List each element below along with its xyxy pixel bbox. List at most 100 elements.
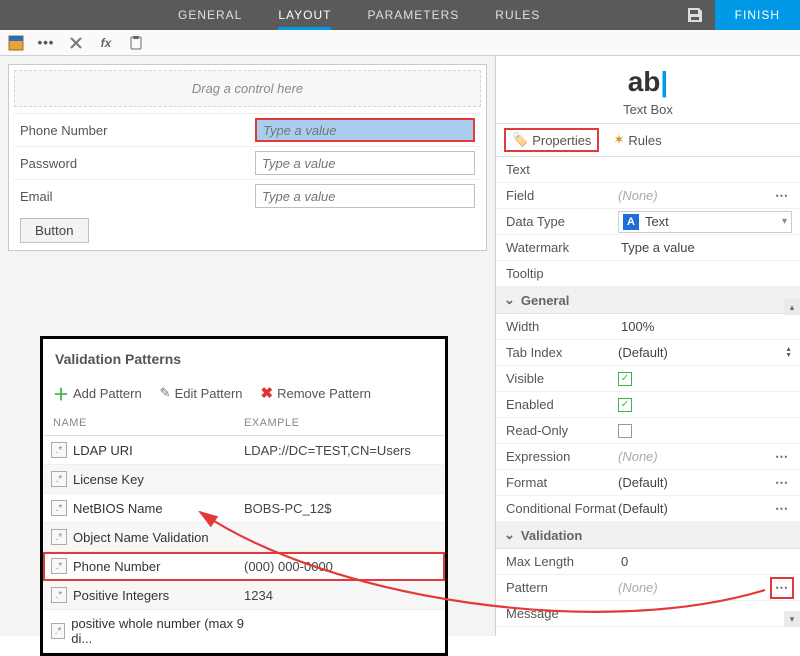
- form-row-email[interactable]: Email: [14, 179, 481, 212]
- field-label: Email: [20, 189, 255, 204]
- prop-pattern[interactable]: Pattern (None)⋯: [496, 575, 800, 601]
- text-type-icon: A: [623, 214, 639, 230]
- maxlength-value[interactable]: [618, 551, 792, 572]
- form-row-password[interactable]: Password: [14, 146, 481, 179]
- scroll-up-button[interactable]: ▴: [784, 299, 800, 315]
- prop-visible[interactable]: Visible ✓: [496, 366, 800, 392]
- pattern-example: LDAP://DC=TEST,CN=Users: [244, 443, 437, 458]
- pattern-example: BOBS-PC_12$: [244, 501, 437, 516]
- pattern-row[interactable]: .*Phone Number(000) 000-0000: [43, 552, 445, 581]
- tab-parameters[interactable]: PARAMETERS: [349, 0, 477, 30]
- password-input[interactable]: [255, 151, 475, 175]
- text-value[interactable]: [618, 159, 792, 180]
- plus-icon: ＋: [53, 381, 69, 405]
- prop-watermark[interactable]: Watermark: [496, 235, 800, 261]
- enabled-checkbox[interactable]: ✓: [618, 398, 632, 412]
- pattern-example: 1234: [244, 588, 437, 603]
- field-picker-button[interactable]: ⋯: [772, 187, 792, 205]
- control-type-label: Text Box: [496, 102, 800, 117]
- tabindex-stepper[interactable]: ▲▼: [785, 347, 792, 359]
- pattern-row[interactable]: .* LDAP URI LDAP://DC=TEST,CN=Users: [43, 436, 445, 465]
- form-canvas: Drag a control here Phone Number Passwor…: [8, 64, 487, 251]
- chevron-down-icon: ▾: [782, 216, 787, 227]
- pattern-row[interactable]: .* NetBIOS Name BOBS-PC_12$: [43, 494, 445, 523]
- prop-tabindex[interactable]: Tab Index (Default)▲▼: [496, 340, 800, 366]
- group-general[interactable]: ⌄General: [496, 287, 800, 314]
- dialog-title: Validation Patterns: [43, 339, 445, 375]
- scroll-down-button[interactable]: ▾: [784, 611, 800, 627]
- cut-icon[interactable]: [68, 35, 84, 51]
- visible-checkbox[interactable]: ✓: [618, 372, 632, 386]
- tooltip-value[interactable]: [618, 263, 792, 284]
- prop-format[interactable]: Format (Default)⋯: [496, 470, 800, 496]
- prop-enabled[interactable]: Enabled ✓: [496, 392, 800, 418]
- tab-general[interactable]: GENERAL: [160, 0, 260, 30]
- properties-list: Text Field (None)⋯ Data Type AText▾ Wate…: [496, 157, 800, 627]
- toolbox-icon[interactable]: [8, 35, 24, 51]
- pattern-name: License Key: [73, 472, 144, 487]
- phone-input[interactable]: [255, 118, 475, 142]
- finish-button[interactable]: FINISH: [715, 0, 800, 30]
- paste-icon[interactable]: [128, 35, 144, 51]
- tab-properties[interactable]: 🏷️ Properties: [506, 130, 597, 150]
- pattern-name: Phone Number: [73, 559, 160, 574]
- col-name: NAME: [53, 417, 244, 429]
- format-picker-button[interactable]: ⋯: [772, 474, 792, 492]
- add-pattern-button[interactable]: ＋Add Pattern: [53, 381, 142, 405]
- edit-pattern-button[interactable]: ✎Edit Pattern: [160, 385, 243, 401]
- chevron-down-icon: ⌄: [504, 527, 515, 543]
- prop-datatype[interactable]: Data Type AText▾: [496, 209, 800, 235]
- regex-icon: .*: [51, 500, 67, 516]
- dots-icon[interactable]: •••: [38, 35, 54, 51]
- email-input[interactable]: [255, 184, 475, 208]
- prop-maxlength[interactable]: Max Length: [496, 549, 800, 575]
- prop-expression[interactable]: Expression (None)⋯: [496, 444, 800, 470]
- validation-patterns-dialog: Validation Patterns ＋Add Pattern ✎Edit P…: [40, 336, 448, 656]
- pattern-name: LDAP URI: [73, 443, 133, 458]
- save-icon[interactable]: [675, 0, 715, 30]
- design-toolbar: ••• fx: [0, 30, 800, 56]
- properties-header: ab| Text Box: [496, 56, 800, 124]
- regex-icon: .*: [51, 442, 67, 458]
- expression-picker-button[interactable]: ⋯: [772, 448, 792, 466]
- col-example: EXAMPLE: [244, 417, 435, 429]
- message-value[interactable]: [618, 603, 792, 624]
- prop-tooltip[interactable]: Tooltip: [496, 261, 800, 287]
- pattern-row[interactable]: .*Object Name Validation: [43, 523, 445, 552]
- pattern-row[interactable]: .*positive whole number (max 9 di...: [43, 610, 445, 653]
- tab-layout[interactable]: LAYOUT: [260, 0, 349, 30]
- condformat-picker-button[interactable]: ⋯: [772, 500, 792, 518]
- regex-icon: .*: [51, 623, 65, 639]
- pattern-name: Positive Integers: [73, 588, 169, 603]
- width-value[interactable]: [618, 316, 792, 337]
- field-label: Password: [20, 156, 255, 171]
- remove-pattern-button[interactable]: ✖Remove Pattern: [261, 384, 372, 402]
- prop-text[interactable]: Text: [496, 157, 800, 183]
- readonly-checkbox[interactable]: ✓: [618, 424, 632, 438]
- prop-message[interactable]: Message: [496, 601, 800, 627]
- form-row-phone[interactable]: Phone Number: [14, 113, 481, 146]
- pattern-name: NetBIOS Name: [73, 501, 163, 516]
- prop-field[interactable]: Field (None)⋯: [496, 183, 800, 209]
- pattern-row[interactable]: .* Positive Integers 1234: [43, 581, 445, 610]
- group-validation[interactable]: ⌄Validation: [496, 522, 800, 549]
- prop-width[interactable]: Width: [496, 314, 800, 340]
- properties-icon: 🏷️: [512, 132, 528, 148]
- pattern-picker-button[interactable]: ⋯: [772, 579, 792, 597]
- drag-hint: Drag a control here: [14, 70, 481, 107]
- pattern-name: Object Name Validation: [73, 530, 209, 545]
- chevron-down-icon: ⌄: [504, 292, 515, 308]
- button-control[interactable]: Button: [20, 218, 89, 243]
- pattern-row[interactable]: .* License Key: [43, 465, 445, 494]
- watermark-value[interactable]: [618, 237, 792, 258]
- regex-icon: .*: [51, 587, 67, 603]
- prop-readonly[interactable]: Read-Only ✓: [496, 418, 800, 444]
- x-icon: ✖: [261, 384, 274, 402]
- fx-icon[interactable]: fx: [98, 35, 114, 51]
- datatype-dropdown[interactable]: AText▾: [618, 211, 792, 233]
- regex-icon: .*: [51, 558, 67, 574]
- tab-prop-rules[interactable]: ✶ Rules: [607, 130, 667, 150]
- prop-condformat[interactable]: Conditional Format (Default)⋯: [496, 496, 800, 522]
- regex-icon: .*: [51, 471, 67, 487]
- tab-rules[interactable]: RULES: [477, 0, 558, 30]
